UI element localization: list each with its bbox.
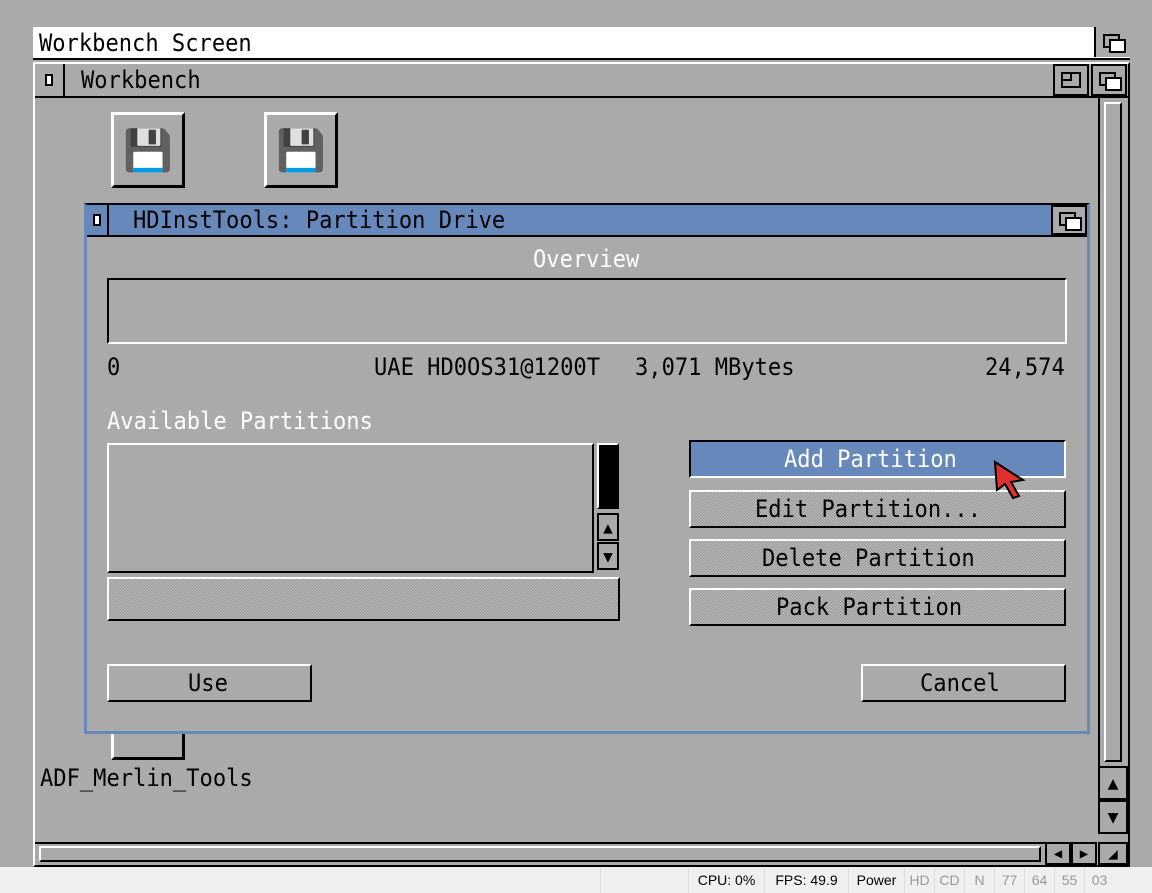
drive-0: 77 — [994, 867, 1024, 893]
floppy-icon: 💾 — [276, 127, 326, 174]
scroll-down-button[interactable]: ▼ — [1098, 800, 1128, 834]
drive-2: 55 — [1054, 867, 1084, 893]
power-led: Power — [848, 867, 904, 893]
delete-partition-button[interactable]: Delete Partition — [689, 539, 1066, 577]
drive-name: UAE HD0OS31@1200T — [374, 353, 600, 381]
emulator-status-bar: CPU: 0% FPS: 49.9 Power HD CD N 77 64 55… — [0, 867, 1152, 893]
depth-icon — [1099, 72, 1122, 91]
scroll-knob[interactable] — [1104, 102, 1122, 762]
list-scroll-up[interactable]: ▲ — [597, 513, 619, 541]
available-partitions-label: Available Partitions — [107, 407, 373, 435]
scroll-up-button[interactable]: ▲ — [1098, 766, 1128, 800]
close-gadget[interactable] — [35, 64, 65, 96]
scroll-knob[interactable] — [39, 846, 1041, 862]
scroll-left-button[interactable]: ◀ — [1045, 842, 1071, 865]
close-gadget[interactable] — [87, 205, 109, 235]
list-scroll-down[interactable]: ▼ — [597, 542, 619, 570]
mouse-pointer-icon — [993, 460, 1026, 500]
disk-icon[interactable]: 💾 — [264, 112, 338, 188]
scroll-right-button[interactable]: ▶ — [1071, 842, 1097, 865]
depth-icon — [1103, 34, 1126, 53]
partition-drive-dialog: HDInstTools: Partition Drive Overview 0 … — [84, 203, 1090, 734]
hd-led: HD — [904, 867, 934, 893]
drive-size: 3,071 MBytes — [635, 353, 795, 381]
close-icon — [93, 214, 101, 226]
cd-led: CD — [934, 867, 964, 893]
resize-gadget[interactable]: ◢ — [1098, 842, 1128, 865]
screen-depth-gadget[interactable] — [1094, 27, 1130, 57]
screen-title: Workbench Screen — [39, 29, 252, 57]
horizontal-scrollbar[interactable] — [35, 842, 1045, 864]
workbench-title: Workbench — [81, 66, 201, 94]
zoom-gadget[interactable] — [1053, 64, 1089, 96]
screen-title-bar: Workbench Screen — [33, 27, 1130, 60]
partition-list[interactable] — [107, 443, 594, 573]
list-scrollbar[interactable] — [597, 443, 619, 509]
dialog-title: HDInstTools: Partition Drive — [133, 206, 506, 234]
depth-gadget[interactable] — [1051, 205, 1087, 235]
disk-icon[interactable]: 💾 — [111, 112, 185, 188]
n-led: N — [964, 867, 994, 893]
overview-label: Overview — [533, 245, 640, 273]
overview-bar — [107, 278, 1067, 344]
cpu-usage: CPU: 0% — [688, 867, 764, 893]
depth-icon — [1059, 212, 1082, 231]
range-start: 0 — [107, 353, 121, 381]
use-button[interactable]: Use — [107, 664, 312, 702]
drive-1: 64 — [1024, 867, 1054, 893]
pack-partition-button[interactable]: Pack Partition — [689, 588, 1066, 626]
icon-label: ADF_Merlin_Tools — [40, 764, 253, 792]
fps: FPS: 49.9 — [764, 867, 848, 893]
vertical-scrollbar[interactable] — [1098, 98, 1128, 766]
workbench-title-bar[interactable]: Workbench — [35, 64, 1128, 98]
cancel-button[interactable]: Cancel — [861, 664, 1066, 702]
range-end: 24,574 — [985, 353, 1065, 381]
dialog-title-bar[interactable]: HDInstTools: Partition Drive — [87, 205, 1087, 237]
zoom-icon — [1061, 72, 1081, 88]
close-icon — [45, 74, 53, 86]
drive-3: 03 — [1084, 867, 1114, 893]
depth-gadget[interactable] — [1091, 64, 1127, 96]
partition-name-field — [107, 577, 620, 621]
floppy-icon: 💾 — [123, 127, 173, 174]
